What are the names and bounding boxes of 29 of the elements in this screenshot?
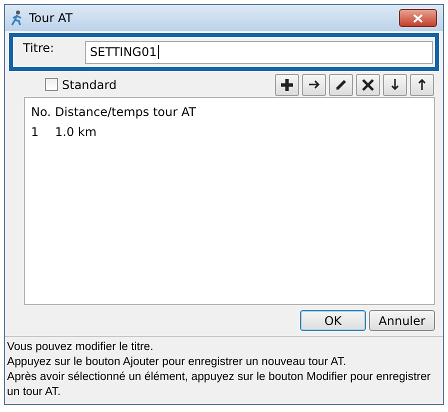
title-label: Titre:	[23, 41, 56, 55]
window-title: Tour AT	[29, 11, 74, 25]
plus-icon	[281, 78, 293, 90]
cancel-button[interactable]: Annuler	[369, 310, 435, 331]
help-text: Appuyez sur le bouton Ajouter pour enregistrer un nouveau tour AT.	[7, 355, 348, 370]
close-button[interactable]	[399, 9, 437, 27]
pencil-icon	[335, 78, 347, 90]
table-cell-text: 1	[30, 124, 40, 138]
standard-label: Standard	[62, 78, 117, 92]
arrow-up-icon	[418, 79, 426, 90]
column-header[interactable]: Distance/temps tour AT	[55, 105, 196, 119]
move-down-button[interactable]	[383, 74, 407, 96]
add-button[interactable]	[275, 74, 299, 96]
title-input[interactable]: SETTING01	[85, 40, 433, 64]
runner-icon	[10, 10, 24, 26]
arrow-right-icon	[308, 80, 320, 89]
delete-button[interactable]	[356, 74, 380, 96]
cross-icon	[362, 78, 374, 90]
arrow-right-button[interactable]	[302, 74, 326, 96]
help-text: Après avoir sélectionné un élément, appuyez sur le bouton Modifier pour enregistrer un tour AT.	[7, 370, 432, 400]
edit-button[interactable]	[329, 74, 353, 96]
column-header[interactable]: No.	[27, 105, 55, 119]
close-icon	[413, 14, 423, 22]
standard-checkbox[interactable]	[45, 78, 58, 91]
arrow-down-icon	[391, 79, 399, 90]
move-up-button[interactable]	[410, 74, 434, 96]
ok-button[interactable]: OK	[300, 310, 366, 331]
help-text: Vous pouvez modifier le titre.	[7, 340, 154, 355]
table-cell: 1.0 km	[55, 124, 97, 138]
